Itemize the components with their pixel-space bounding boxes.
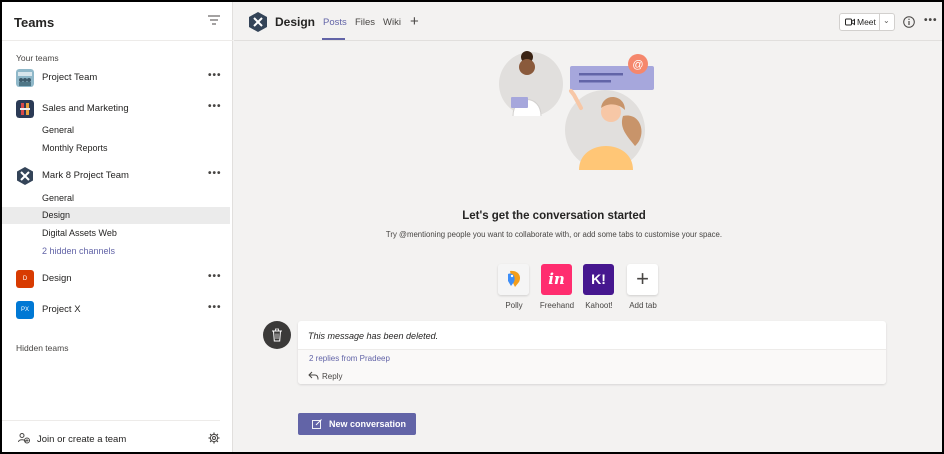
chevron-down-icon[interactable]: ⌄ — [883, 16, 890, 25]
channel-label: Design — [42, 210, 71, 220]
filter-icon[interactable] — [208, 15, 220, 25]
channel-mark8-general[interactable]: General — [2, 190, 230, 207]
team-mark8-project-team[interactable]: Mark 8 Project Team ••• — [2, 165, 233, 187]
deleted-message-avatar — [263, 321, 291, 349]
join-team-icon — [18, 433, 30, 444]
team-design[interactable]: D Design ••• — [2, 268, 233, 290]
replies-link[interactable]: 2 replies from Pradeep — [309, 354, 390, 363]
project-team-avatar — [16, 69, 34, 87]
meet-now-button[interactable]: Meet — [840, 14, 880, 30]
plus-icon: + — [627, 264, 658, 295]
deleted-message-text: This message has been deleted. — [308, 331, 439, 341]
channel-sales-general[interactable]: General — [2, 122, 230, 139]
channel-digital-assets-web[interactable]: Digital Assets Web — [2, 225, 230, 242]
active-tab-indicator — [322, 38, 345, 40]
team-more-options[interactable]: ••• — [208, 302, 222, 313]
gear-icon[interactable] — [208, 432, 220, 444]
new-conversation-label: New conversation — [329, 419, 407, 429]
team-project-x[interactable]: PX Project X ••• — [2, 299, 233, 321]
reply-button[interactable]: Reply — [308, 371, 368, 383]
meet-label: Meet — [857, 17, 876, 27]
channel-label: 2 hidden channels — [42, 246, 116, 256]
freehand-icon: in — [541, 264, 572, 295]
design-team-avatar: D — [16, 270, 34, 288]
posts-panel: @ Let's get the conversation started Try… — [234, 42, 942, 452]
channel-monthly-reports[interactable]: Monthly Reports — [2, 140, 230, 157]
app-label: Freehand — [539, 301, 575, 310]
channel-label: General — [42, 193, 75, 203]
sidebar-divider — [2, 40, 233, 41]
app-label: Polly — [505, 301, 523, 310]
hidden-channels-link[interactable]: 2 hidden channels — [2, 243, 230, 260]
team-name: Project X — [42, 304, 81, 315]
team-more-options[interactable]: ••• — [208, 101, 222, 112]
info-icon[interactable] — [903, 16, 915, 28]
empty-state-subheading: Try @mentioning people you want to colla… — [385, 230, 723, 239]
more-options-icon[interactable]: ••• — [924, 15, 938, 26]
add-tab-icon[interactable]: + — [410, 14, 419, 29]
kahoot-icon: K! — [583, 264, 614, 295]
tab-posts[interactable]: Posts — [323, 17, 347, 28]
teams-window: Teams Your teams Project Team ••• Sales … — [2, 2, 942, 452]
svg-text:@: @ — [632, 59, 643, 71]
channel-label: General — [42, 125, 75, 135]
team-name: Sales and Marketing — [42, 103, 129, 114]
team-name: Design — [42, 273, 72, 284]
mark8-avatar — [17, 167, 33, 185]
sidebar-title: Teams — [14, 15, 55, 30]
team-more-options[interactable]: ••• — [208, 70, 222, 81]
project-x-avatar: PX — [16, 301, 34, 319]
hidden-teams-label[interactable]: Hidden teams — [16, 343, 68, 353]
channel-label: Digital Assets Web — [42, 228, 117, 238]
channel-title: Design — [275, 15, 316, 29]
team-project-team[interactable]: Project Team ••• — [2, 67, 233, 89]
video-camera-icon — [845, 18, 855, 26]
empty-state-heading: Let's get the conversation started — [462, 210, 646, 222]
replies-area: 2 replies from Pradeep Reply — [298, 350, 886, 384]
app-label: Kahoot! — [585, 301, 613, 310]
mark8-channel-avatar — [249, 12, 267, 32]
reply-label: Reply — [322, 372, 343, 381]
conversation-illustration: @ — [499, 51, 654, 170]
new-conversation-button[interactable]: New conversation — [298, 413, 416, 435]
sales-marketing-avatar — [16, 100, 34, 118]
join-team-label: Join or create a team — [37, 434, 127, 445]
your-teams-label: Your teams — [16, 53, 59, 63]
meet-button[interactable]: Meet ⌄ — [839, 13, 895, 31]
tab-files[interactable]: Files — [355, 17, 375, 28]
app-label: Add tab — [629, 301, 657, 310]
join-or-create-team[interactable]: Join or create a team — [2, 430, 233, 448]
channel-design[interactable]: Design — [2, 207, 230, 224]
team-more-options[interactable]: ••• — [208, 271, 222, 282]
teams-sidebar: Teams Your teams Project Team ••• Sales … — [2, 2, 233, 452]
team-name: Project Team — [42, 72, 98, 83]
polly-icon — [498, 264, 529, 295]
message-card[interactable]: This message has been deleted. 2 replies… — [298, 321, 886, 384]
team-sales-and-marketing[interactable]: Sales and Marketing ••• — [2, 98, 233, 120]
tab-wiki[interactable]: Wiki — [383, 17, 401, 28]
reply-arrow-icon — [308, 371, 319, 380]
team-more-options[interactable]: ••• — [208, 168, 222, 179]
team-name: Mark 8 Project Team — [42, 170, 129, 181]
trash-icon — [272, 328, 282, 342]
sidebar-bottom-divider — [2, 420, 220, 421]
channel-header: Design Posts Files Wiki + Meet ⌄ ••• — [234, 2, 942, 41]
channel-label: Monthly Reports — [42, 143, 108, 153]
compose-icon — [312, 419, 322, 429]
